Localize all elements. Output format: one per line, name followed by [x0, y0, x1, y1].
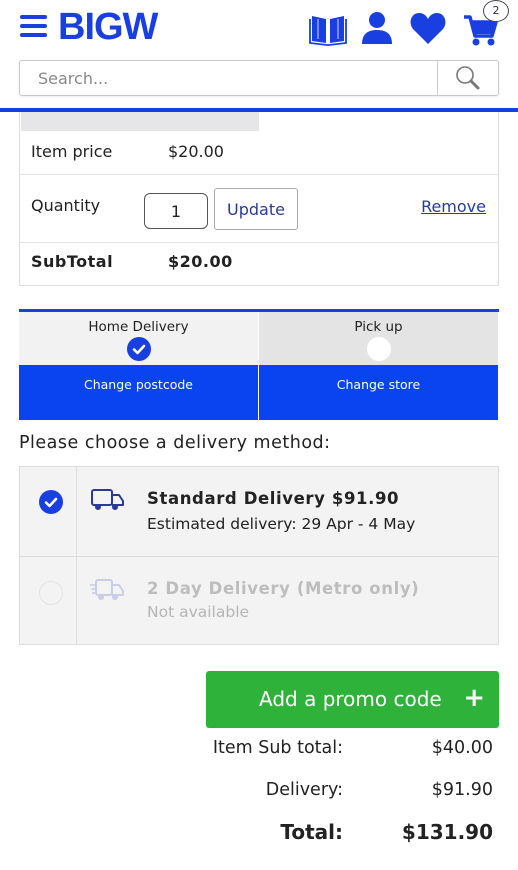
- two-day-delivery-status: Not available: [147, 603, 250, 621]
- standard-delivery-title: Standard Delivery $91.90: [147, 489, 400, 508]
- delivery-label: Delivery:: [265, 780, 343, 800]
- add-promo-code-button[interactable]: Add a promo code +: [206, 671, 499, 728]
- radio-disabled-icon: [39, 581, 63, 605]
- tab-home-delivery[interactable]: Home Delivery: [19, 312, 258, 365]
- change-store-button[interactable]: Change store: [259, 365, 498, 420]
- delivery-row: Delivery: $91.90: [180, 780, 493, 810]
- two-day-delivery-title: 2 Day Delivery (Metro only): [147, 579, 420, 598]
- delivery-methods: Standard Delivery $91.90 Estimated deliv…: [19, 466, 499, 645]
- search-button[interactable]: [437, 61, 498, 95]
- total-row: Total: $131.90: [180, 820, 493, 850]
- catalogue-icon[interactable]: [309, 10, 347, 46]
- search-input[interactable]: [20, 61, 437, 95]
- account-icon[interactable]: [358, 10, 396, 46]
- subtotal-label: SubTotal: [31, 252, 114, 271]
- tab-pick-up-label: Pick up: [354, 319, 403, 335]
- bigw-logo[interactable]: BIGW: [58, 6, 158, 49]
- item-price-value: $20.00: [168, 142, 224, 161]
- subtotal-row: SubTotal $20.00: [20, 243, 498, 285]
- remove-link[interactable]: Remove: [421, 197, 486, 216]
- tab-pick-up[interactable]: Pick up: [259, 312, 498, 365]
- plus-icon: +: [463, 683, 485, 713]
- promo-label: Add a promo code: [259, 687, 442, 711]
- item-price-label: Item price: [31, 142, 113, 161]
- checkmark-icon[interactable]: [126, 337, 151, 361]
- cart-count-badge: 2: [483, 0, 509, 22]
- cart-item-card: Item price $20.00 Quantity Update Remove…: [19, 112, 499, 286]
- update-button[interactable]: Update: [214, 188, 298, 230]
- total-label: Total:: [280, 820, 343, 844]
- search-bar: [19, 60, 499, 96]
- site-header: BIGW 2: [0, 0, 518, 108]
- total-value: $131.90: [401, 820, 493, 844]
- checkmark-icon[interactable]: [39, 490, 63, 514]
- fast-truck-icon: [90, 579, 124, 600]
- fulfilment-tabs: Home Delivery Pick up Change postcode Ch…: [19, 309, 499, 420]
- quantity-row: Quantity Update Remove: [20, 175, 498, 243]
- item-subtotal-label: Item Sub total:: [212, 738, 343, 758]
- tab-home-delivery-label: Home Delivery: [88, 319, 189, 335]
- radio-empty-icon[interactable]: [366, 337, 391, 361]
- item-image-strip: [21, 112, 259, 131]
- delivery-option-standard[interactable]: Standard Delivery $91.90 Estimated deliv…: [20, 467, 498, 556]
- item-subtotal-value: $40.00: [431, 738, 493, 758]
- delivery-value: $91.90: [431, 780, 493, 800]
- item-subtotal-row: Item Sub total: $40.00: [180, 738, 493, 768]
- wishlist-icon[interactable]: [409, 10, 447, 46]
- delivery-method-prompt: Please choose a delivery method:: [19, 433, 331, 453]
- delivery-option-2-day: 2 Day Delivery (Metro only) Not availabl…: [20, 556, 498, 645]
- quantity-input[interactable]: [144, 193, 208, 229]
- standard-delivery-estimate: Estimated delivery: 29 Apr - 4 May: [147, 515, 416, 533]
- truck-icon: [91, 489, 124, 510]
- subtotal-value: $20.00: [168, 252, 233, 271]
- search-icon: [456, 66, 480, 90]
- item-price-row: Item price $20.00: [20, 131, 498, 175]
- menu-icon[interactable]: [20, 15, 47, 37]
- change-postcode-button[interactable]: Change postcode: [19, 365, 258, 420]
- quantity-label: Quantity: [31, 196, 101, 215]
